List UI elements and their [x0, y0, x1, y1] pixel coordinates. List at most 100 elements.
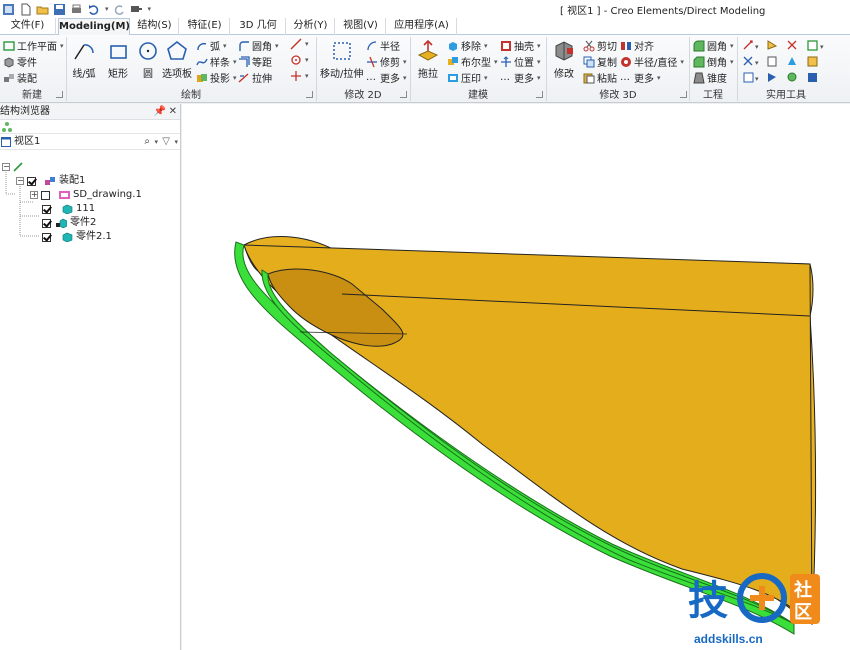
tab-applications[interactable]: 应用程序(A)	[387, 18, 457, 35]
position-label: 位置	[514, 58, 534, 69]
tab-feature[interactable]: 特征(E)	[180, 18, 230, 35]
open-folder-icon[interactable]	[36, 3, 49, 16]
group-launcher-icon[interactable]	[56, 91, 63, 98]
move-stretch-button[interactable]: 移动/拉伸	[320, 39, 363, 80]
assembly-button[interactable]: 装配	[3, 70, 37, 85]
workplane-button[interactable]: 工作平面 ▾	[3, 38, 64, 53]
drawing-icon	[59, 191, 70, 199]
group-launcher-icon[interactable]	[400, 91, 407, 98]
project-button[interactable]: 投影 ▾	[196, 70, 237, 85]
model-canvas[interactable]	[182, 104, 850, 650]
fillet-2d-button[interactable]: 圆角 ▾	[238, 38, 279, 53]
chevron-down-icon: ▾	[537, 73, 541, 82]
circle-button[interactable]: 圆	[136, 39, 160, 80]
chamfer-icon	[693, 56, 705, 67]
3d-viewport[interactable]: 技 社 区 addskills.cn	[182, 104, 850, 650]
more-2d-label: 更多	[380, 74, 400, 85]
tab-modeling[interactable]: Modeling(M)	[58, 18, 130, 36]
group-launcher-icon[interactable]	[680, 91, 687, 98]
chevron-down-icon[interactable]: ▾	[154, 134, 158, 150]
utility-icons[interactable]: ▾ ▾ ▾ ▾	[743, 40, 824, 83]
undo-icon[interactable]	[87, 3, 100, 16]
paste-button[interactable]: 粘贴	[583, 70, 617, 85]
more-model-button[interactable]: … 更多 ▾	[500, 70, 541, 85]
chevron-down-icon: ▾	[275, 41, 279, 50]
tab-structure[interactable]: 结构(S)	[131, 18, 179, 35]
chevron-down-icon: ▾	[60, 41, 64, 50]
taper-button[interactable]: 锥度	[693, 70, 727, 85]
utility-tool-grid[interactable]: ▾ ▾ ▾ ▾	[742, 39, 842, 87]
part-icon	[62, 204, 73, 214]
more-model-label: 更多	[514, 74, 534, 85]
save-icon[interactable]	[53, 3, 66, 16]
paste-label: 粘贴	[597, 74, 617, 85]
radius-icon	[367, 40, 377, 50]
fillet-2d-label: 圆角	[252, 42, 272, 53]
offset-button[interactable]: 等距	[238, 54, 272, 69]
chevron-down-icon: ▾	[484, 73, 488, 82]
print-icon[interactable]	[70, 3, 83, 16]
tree-filter-icon[interactable]	[1, 121, 13, 133]
chevron-down-icon: ▾	[403, 57, 407, 66]
pull-button[interactable]: 拖拉	[416, 39, 440, 80]
shell-button[interactable]: 抽壳 ▾	[500, 38, 541, 53]
close-icon[interactable]: ✕	[169, 104, 177, 120]
more-2d-button[interactable]: … 更多 ▾	[366, 70, 407, 85]
pin-icon[interactable]: 📌	[154, 104, 166, 120]
imprint-button[interactable]: 压印 ▾	[447, 70, 488, 85]
app-icon[interactable]	[2, 3, 15, 16]
tab-3d-geometry[interactable]: 3D 几何	[231, 18, 286, 35]
blend-label: 圆角	[707, 42, 727, 53]
part-icon	[4, 56, 14, 68]
radius-diameter-button[interactable]: 半径/直径 ▾	[620, 54, 684, 69]
draw-cross-tool[interactable]: ▾	[290, 70, 309, 82]
group-launcher-icon[interactable]	[306, 91, 313, 98]
align-button[interactable]: 对齐	[620, 38, 654, 53]
tab-view[interactable]: 视图(V)	[336, 18, 386, 35]
undo-dropdown-icon[interactable]: ▾	[105, 5, 109, 13]
arc-button[interactable]: 弧 ▾	[196, 38, 227, 53]
group-launcher-icon[interactable]	[536, 91, 543, 98]
rectangle-button[interactable]: 矩形	[106, 39, 130, 80]
watermark-url: addskills.cn	[694, 632, 763, 646]
modify-3d-button[interactable]: 修改	[552, 39, 576, 80]
redo-icon[interactable]	[113, 3, 126, 16]
tab-file[interactable]: 文件(F)	[0, 18, 56, 35]
qat-menu-icon[interactable]: ▾	[148, 5, 152, 13]
draw-point-tool[interactable]: ▾	[290, 54, 309, 66]
more-3d-button[interactable]: … 更多 ▾	[620, 70, 661, 85]
circle-icon	[139, 42, 157, 60]
arc-icon	[197, 42, 207, 50]
copy-button[interactable]: 复制	[583, 54, 617, 69]
spline-button[interactable]: 样条 ▾	[196, 54, 237, 69]
chevron-down-icon: ▾	[305, 40, 309, 48]
stretch-button[interactable]: 拉伸	[238, 70, 272, 85]
shell-label: 抽壳	[514, 42, 534, 53]
draw-line-tool[interactable]: ▾	[290, 38, 309, 50]
radius-button[interactable]: 半径	[366, 38, 400, 53]
align-label: 对齐	[634, 42, 654, 53]
group-label-engineering: 工程	[703, 90, 723, 101]
taper-label: 锥度	[707, 74, 727, 85]
customize-icon[interactable]	[130, 3, 143, 16]
spline-icon	[196, 58, 208, 65]
position-button[interactable]: 位置 ▾	[500, 54, 541, 69]
remove-button[interactable]: 移除 ▾	[447, 38, 488, 53]
new-file-icon[interactable]	[19, 3, 32, 16]
viewport-selector[interactable]: 视区1 ⌕ ▾ ▽ ▾	[0, 134, 180, 150]
trim-button[interactable]: 修剪 ▾	[366, 54, 407, 69]
binoculars-icon[interactable]: ⌕	[144, 134, 150, 150]
chevron-down-icon[interactable]: ▾	[174, 134, 178, 150]
tab-analysis[interactable]: 分析(Y)	[287, 18, 335, 35]
cut-button[interactable]: 剪切	[583, 38, 617, 53]
scissors-icon	[583, 40, 595, 51]
filter-funnel-icon[interactable]: ▽	[162, 134, 170, 150]
part-button[interactable]: 零件	[3, 54, 37, 69]
palette-button[interactable]: 选项板	[162, 39, 192, 80]
boolean-button[interactable]: 布尔型 ▾	[447, 54, 498, 69]
chamfer-button[interactable]: 倒角 ▾	[693, 54, 734, 69]
tree-item-label: 零件2.1	[76, 231, 112, 242]
line-arc-button[interactable]: 线/弧	[72, 39, 96, 80]
chevron-down-icon: ▾	[305, 56, 309, 64]
blend-button[interactable]: 圆角 ▾	[693, 38, 734, 53]
